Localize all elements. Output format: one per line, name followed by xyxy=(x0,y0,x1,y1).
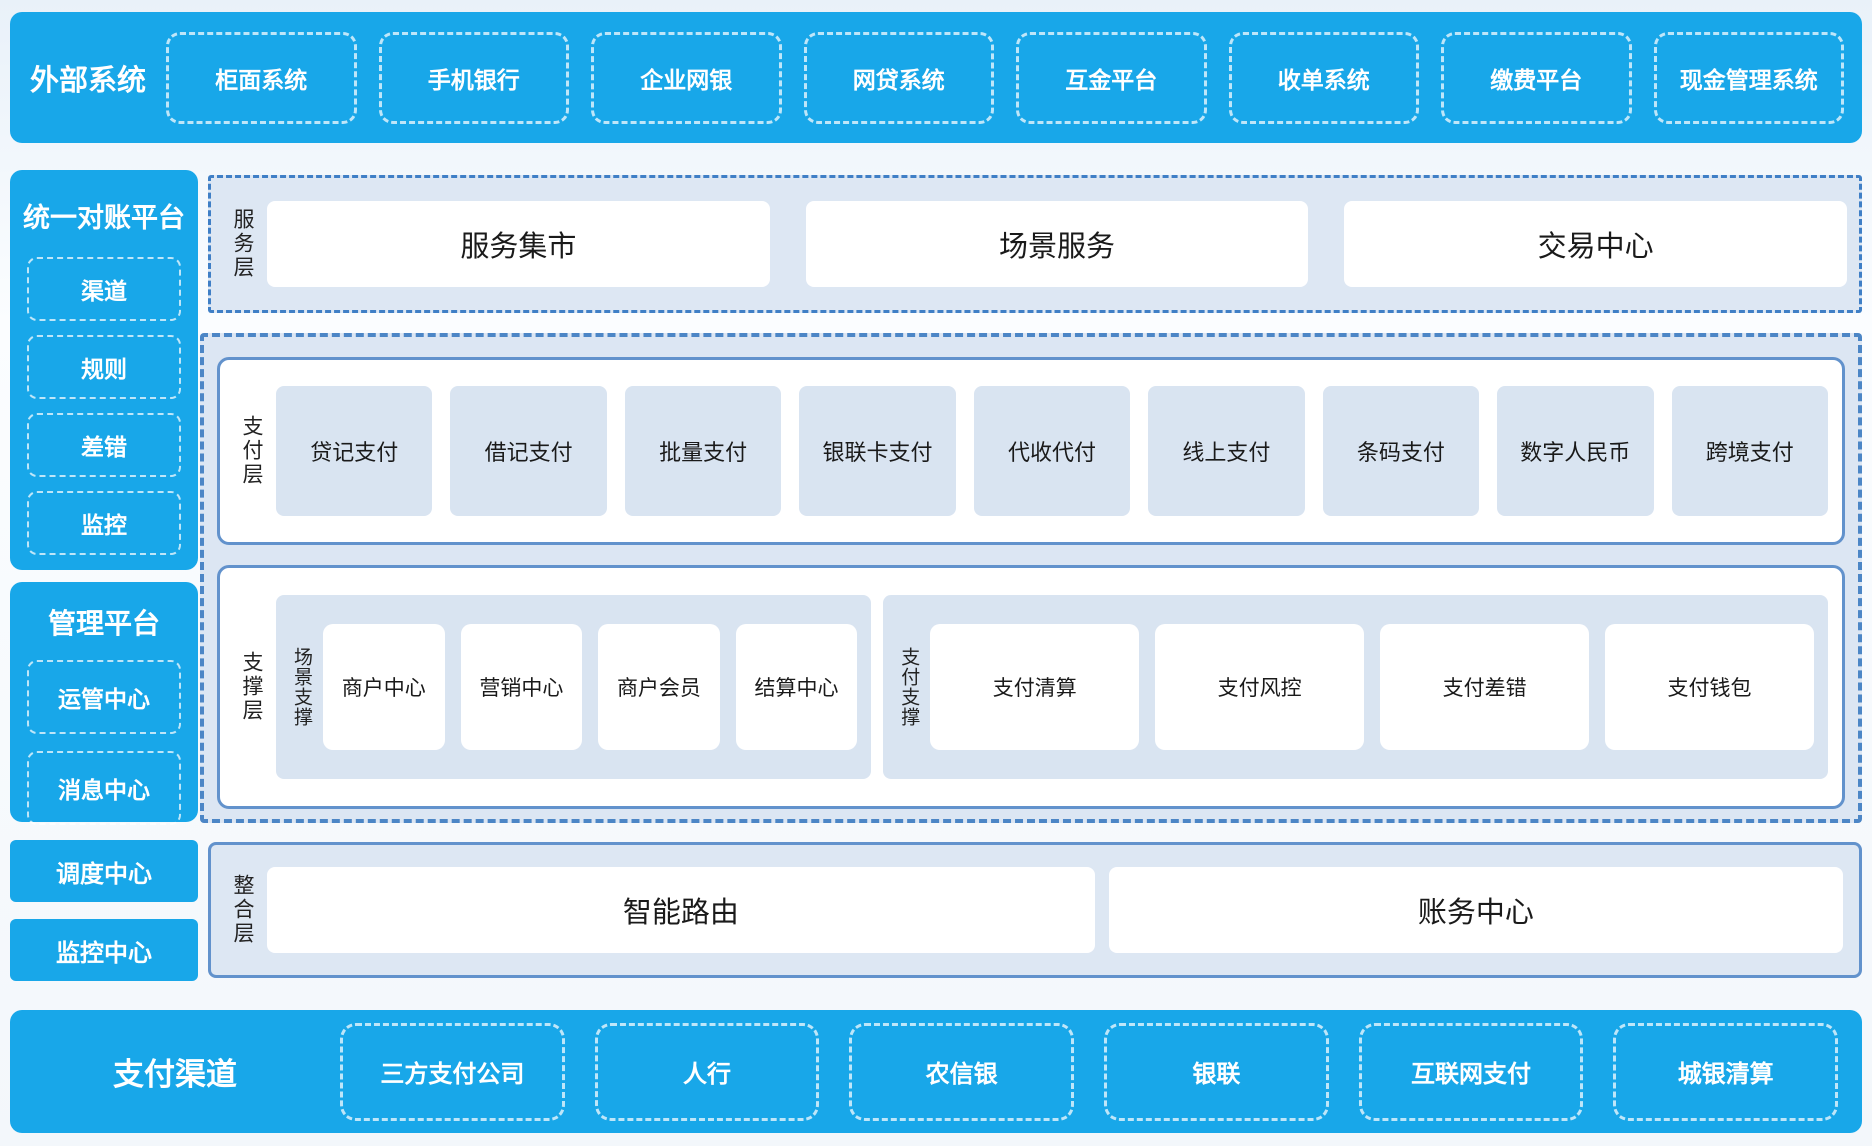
payment-channel-item: 城银清算 xyxy=(1613,1023,1838,1121)
scene-support-item: 营销中心 xyxy=(461,624,583,750)
external-systems-band: 外部系统 柜面系统 手机银行 企业网银 网贷系统 互金平台 收单系统 缴费平台 … xyxy=(10,12,1862,143)
service-layer-label: 服务层 xyxy=(227,208,257,280)
scene-support-items: 商户中心 营销中心 商户会员 结算中心 xyxy=(323,624,857,750)
external-system-item: 柜面系统 xyxy=(166,32,357,124)
payment-channel-item: 银联 xyxy=(1104,1023,1329,1121)
payment-channels-band: 支付渠道 三方支付公司 人行 农信银 银联 互联网支付 城银清算 xyxy=(10,1010,1862,1133)
payment-support-item: 支付差错 xyxy=(1380,624,1589,750)
management-item: 运管中心 xyxy=(27,660,181,734)
scene-support-item: 结算中心 xyxy=(736,624,858,750)
integration-item: 账务中心 xyxy=(1109,867,1843,953)
service-layer-items: 服务集市 场景服务 交易中心 xyxy=(267,201,1847,287)
scene-support-group: 场景支撑 商户中心 营销中心 商户会员 结算中心 xyxy=(276,595,871,779)
payment-channel-item: 农信银 xyxy=(849,1023,1074,1121)
service-item: 场景服务 xyxy=(806,201,1309,287)
payment-item: 数字人民币 xyxy=(1497,386,1653,516)
payment-support-group: 支付支撑 支付清算 支付风控 支付差错 支付钱包 xyxy=(883,595,1828,779)
reconciliation-items: 渠道 规则 差错 监控 xyxy=(10,235,198,555)
external-system-item: 网贷系统 xyxy=(804,32,995,124)
reconciliation-platform-block: 统一对账平台 渠道 规则 差错 监控 xyxy=(10,170,198,570)
management-item: 消息中心 xyxy=(27,751,181,825)
support-layer-container: 支撑层 场景支撑 商户中心 营销中心 商户会员 结算中心 支付支撑 支付清算 支… xyxy=(217,565,1845,809)
payment-layer-container: 支付层 贷记支付 借记支付 批量支付 银联卡支付 代收代付 线上支付 条码支付 … xyxy=(217,357,1845,545)
external-system-item: 互金平台 xyxy=(1016,32,1207,124)
payment-item: 银联卡支付 xyxy=(799,386,955,516)
payment-item: 线上支付 xyxy=(1148,386,1304,516)
reconciliation-item: 规则 xyxy=(27,335,181,399)
reconciliation-item: 渠道 xyxy=(27,257,181,321)
external-system-item: 企业网银 xyxy=(591,32,782,124)
payment-item: 批量支付 xyxy=(625,386,781,516)
external-system-item: 缴费平台 xyxy=(1441,32,1632,124)
payment-support-item: 支付风控 xyxy=(1155,624,1364,750)
service-item: 交易中心 xyxy=(1344,201,1847,287)
scene-support-item: 商户中心 xyxy=(323,624,445,750)
support-layer-label: 支撑层 xyxy=(236,651,266,723)
external-system-item: 收单系统 xyxy=(1229,32,1420,124)
payment-support-outer-container: 支付层 贷记支付 借记支付 批量支付 银联卡支付 代收代付 线上支付 条码支付 … xyxy=(200,333,1862,823)
management-items: 运管中心 消息中心 xyxy=(10,642,198,825)
monitor-center-block: 监控中心 xyxy=(10,919,198,981)
payment-support-item: 支付清算 xyxy=(930,624,1139,750)
external-system-item: 现金管理系统 xyxy=(1654,32,1845,124)
payment-item: 代收代付 xyxy=(974,386,1130,516)
management-platform-title: 管理平台 xyxy=(10,602,198,642)
service-layer-container: 服务层 服务集市 场景服务 交易中心 xyxy=(208,175,1862,313)
payment-support-item: 支付钱包 xyxy=(1605,624,1814,750)
payment-item: 跨境支付 xyxy=(1672,386,1828,516)
reconciliation-item: 监控 xyxy=(27,491,181,555)
payment-support-label: 支付支撑 xyxy=(895,647,922,727)
payment-layer-label: 支付层 xyxy=(236,415,266,487)
payment-channel-item: 人行 xyxy=(595,1023,820,1121)
external-system-item: 手机银行 xyxy=(379,32,570,124)
service-item: 服务集市 xyxy=(267,201,770,287)
payment-item: 借记支付 xyxy=(450,386,606,516)
reconciliation-platform-title: 统一对账平台 xyxy=(10,196,198,235)
payment-architecture-diagram: 外部系统 柜面系统 手机银行 企业网银 网贷系统 互金平台 收单系统 缴费平台 … xyxy=(0,0,1872,1146)
integration-layer-container: 整合层 智能路由 账务中心 xyxy=(208,842,1862,978)
payment-item: 条码支付 xyxy=(1323,386,1479,516)
external-systems-title: 外部系统 xyxy=(10,57,166,99)
payment-channels-title: 支付渠道 xyxy=(10,1049,340,1094)
payment-layer-items: 贷记支付 借记支付 批量支付 银联卡支付 代收代付 线上支付 条码支付 数字人民… xyxy=(276,386,1828,516)
integration-layer-label: 整合层 xyxy=(227,874,257,946)
integration-layer-items: 智能路由 账务中心 xyxy=(267,867,1843,953)
support-layer-groups: 场景支撑 商户中心 营销中心 商户会员 结算中心 支付支撑 支付清算 支付风控 … xyxy=(276,595,1828,779)
scene-support-item: 商户会员 xyxy=(598,624,720,750)
payment-channel-item: 互联网支付 xyxy=(1359,1023,1584,1121)
payment-channels-items: 三方支付公司 人行 农信银 银联 互联网支付 城银清算 xyxy=(340,1023,1838,1121)
scene-support-label: 场景支撑 xyxy=(288,647,315,727)
payment-channel-item: 三方支付公司 xyxy=(340,1023,565,1121)
management-platform-block: 管理平台 运管中心 消息中心 xyxy=(10,582,198,822)
payment-support-items: 支付清算 支付风控 支付差错 支付钱包 xyxy=(930,624,1814,750)
payment-item: 贷记支付 xyxy=(276,386,432,516)
external-systems-items: 柜面系统 手机银行 企业网银 网贷系统 互金平台 收单系统 缴费平台 现金管理系… xyxy=(166,32,1844,124)
integration-item: 智能路由 xyxy=(267,867,1095,953)
dispatch-center-block: 调度中心 xyxy=(10,840,198,902)
reconciliation-item: 差错 xyxy=(27,413,181,477)
